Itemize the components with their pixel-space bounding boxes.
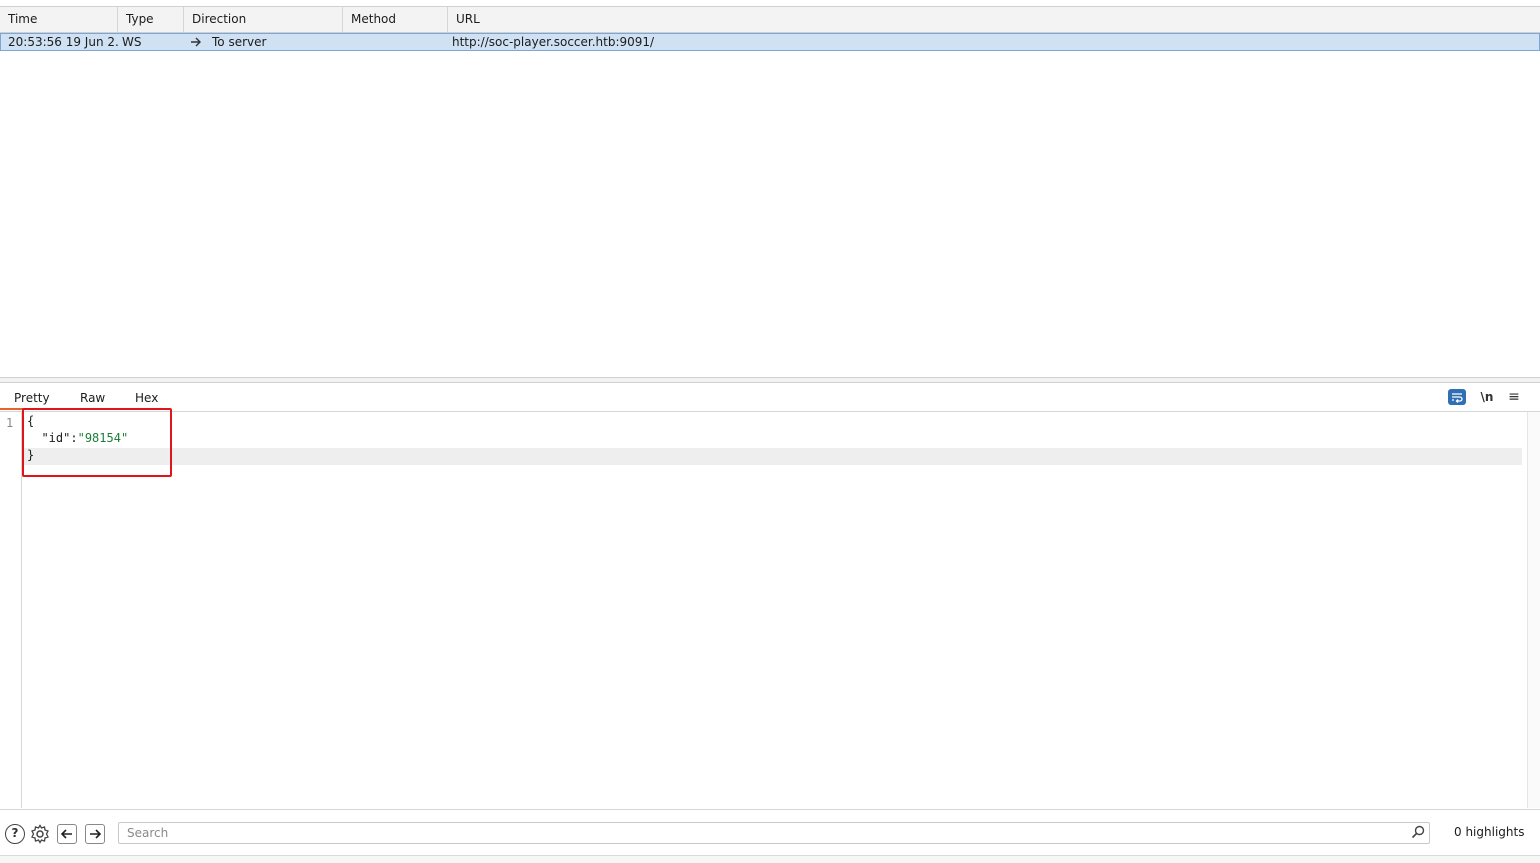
newline-toggle-icon[interactable]: \n (1478, 389, 1496, 405)
back-arrow-icon[interactable] (57, 824, 77, 844)
json-key: "id" (41, 431, 71, 445)
code-content[interactable]: { "id":"98154" } (27, 412, 128, 464)
open-brace: { (27, 414, 35, 428)
message-editor[interactable]: 1 { "id":"98154" } (0, 412, 1540, 808)
menu-icon[interactable]: ≡ (1505, 389, 1523, 405)
gear-icon[interactable] (30, 824, 50, 844)
column-header-method[interactable]: Method (343, 7, 448, 32)
top-strip (0, 0, 1540, 7)
json-value: "98154" (77, 431, 129, 445)
column-header-url[interactable]: URL (448, 7, 1540, 32)
tab-raw[interactable]: Raw (80, 383, 105, 411)
wrap-lines-icon[interactable] (1448, 389, 1466, 405)
row-method (347, 34, 447, 50)
column-header-direction[interactable]: Direction (184, 7, 343, 32)
table-row[interactable]: 20:53:56 19 Jun 2... WS To server http:/… (0, 33, 1540, 51)
vertical-scrollbar[interactable] (1527, 412, 1540, 808)
column-header-type[interactable]: Type (118, 7, 184, 32)
search-icon[interactable] (1410, 824, 1426, 840)
code-line: "id":"98154" (27, 430, 128, 447)
tab-pretty[interactable]: Pretty (14, 383, 50, 411)
arrow-right-icon (190, 34, 204, 50)
code-line: { (27, 413, 128, 430)
line-number-gutter: 1 (0, 412, 22, 808)
row-time: 20:53:56 19 Jun 2... (8, 35, 118, 49)
viewer-tabs: Pretty Raw Hex \n ≡ (0, 383, 1540, 412)
close-brace: } (27, 448, 35, 462)
code-line: } (27, 447, 128, 464)
row-direction: To server (212, 35, 267, 49)
message-history-table: Time Type Direction Method URL 20:53:56 … (0, 7, 1540, 377)
highlights-count: 0 highlights (1454, 825, 1525, 839)
current-line-highlight (22, 448, 1522, 465)
table-header: Time Type Direction Method URL (0, 7, 1540, 33)
row-url: http://soc-player.soccer.htb:9091/ (452, 35, 655, 49)
search-bar: ? 0 highlights (0, 809, 1540, 856)
tab-hex[interactable]: Hex (135, 383, 158, 411)
help-icon[interactable]: ? (5, 824, 25, 844)
search-input[interactable] (118, 822, 1430, 844)
line-number: 1 (6, 416, 14, 430)
row-type: WS (122, 35, 142, 49)
json-colon: : (70, 431, 78, 445)
forward-arrow-icon[interactable] (85, 824, 105, 844)
column-header-time[interactable]: Time (0, 7, 118, 32)
